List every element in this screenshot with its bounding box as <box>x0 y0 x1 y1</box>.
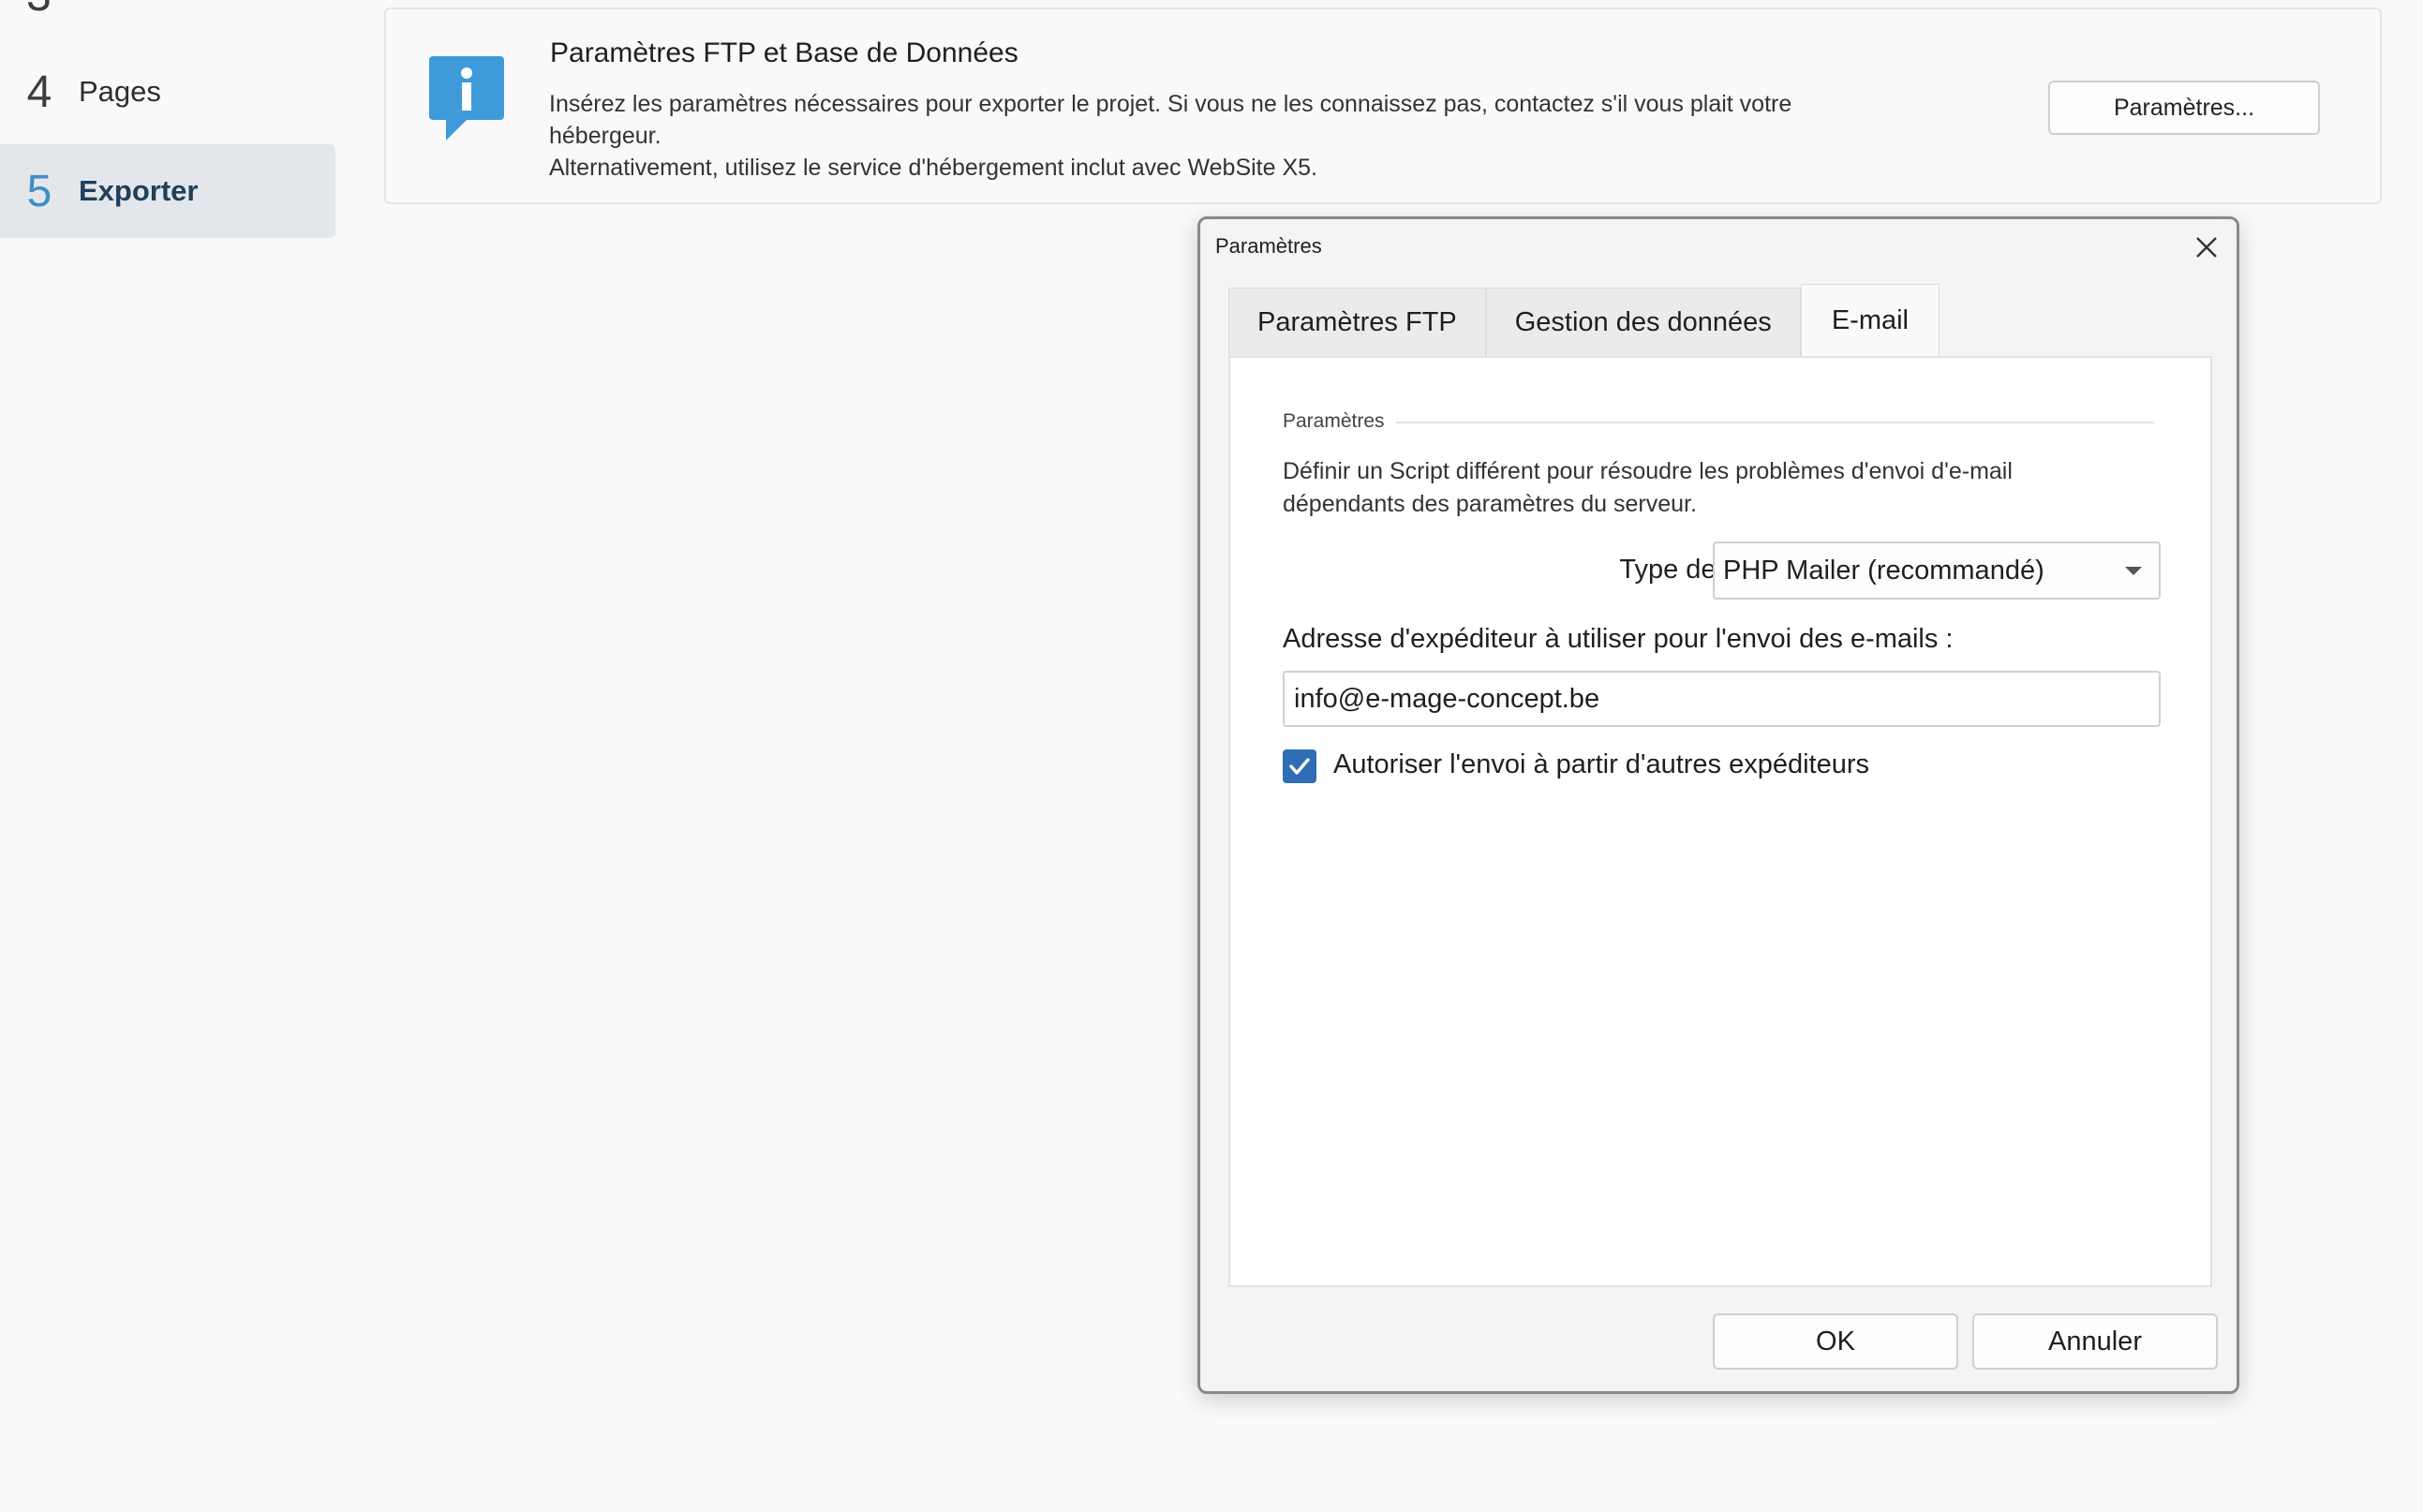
script-type-select[interactable]: PHP Mailer (recommandé) <box>1713 541 2161 600</box>
wizard-sidebar: 3 4 Pages 5 Exporter <box>0 0 337 1512</box>
card-description-line: Insérez les paramètres nécessaires pour … <box>549 91 1792 149</box>
sender-address-label: Adresse d'expéditeur à utiliser pour l'e… <box>1283 624 1954 654</box>
tab-ftp-settings[interactable]: Paramètres FTP <box>1228 288 1486 357</box>
dialog-title: Paramètres <box>1215 234 1322 258</box>
chevron-down-icon <box>2125 567 2142 575</box>
close-icon[interactable] <box>2192 232 2222 262</box>
email-tab-panel: Paramètres Définir un Script différent p… <box>1228 356 2212 1287</box>
allow-other-senders-checkbox[interactable] <box>1283 749 1316 783</box>
parametres-dialog: Paramètres Paramètres FTP Gestion des do… <box>1197 216 2239 1394</box>
card-description: Insérez les paramètres nécessaires pour … <box>549 88 1898 184</box>
sidebar-step-pages[interactable]: 4 Pages <box>0 45 335 139</box>
card-description-line: Alternativement, utilisez le service d'h… <box>549 155 1317 181</box>
group-divider <box>1283 422 2154 423</box>
allow-other-senders-label[interactable]: Autoriser l'envoi à partir d'autres expé… <box>1333 749 1869 780</box>
sender-address-input[interactable] <box>1283 671 2161 727</box>
step-label: Exporter <box>79 174 199 207</box>
step-number-partial: 3 <box>26 0 52 22</box>
script-type-value: PHP Mailer (recommandé) <box>1723 555 2044 586</box>
step-number: 4 <box>26 67 52 117</box>
step-number: 5 <box>26 166 52 216</box>
ok-button[interactable]: OK <box>1713 1313 1958 1370</box>
email-description: Définir un Script différent pour résoudr… <box>1283 458 2013 517</box>
ftp-database-card: Paramètres FTP et Base de Données Insére… <box>384 7 2382 204</box>
info-icon <box>429 56 504 141</box>
cancel-button[interactable]: Annuler <box>1972 1313 2218 1370</box>
tab-bar: Paramètres FTP Gestion des données E-mai… <box>1228 284 1940 357</box>
tab-email[interactable]: E-mail <box>1800 284 1940 357</box>
step-label: Pages <box>79 75 161 108</box>
sidebar-step-exporter[interactable]: 5 Exporter <box>0 144 335 238</box>
checkmark-icon <box>1289 758 1310 775</box>
group-title: Paramètres <box>1283 410 1396 433</box>
parametres-button[interactable]: Paramètres... <box>2048 81 2320 135</box>
tab-data-management[interactable]: Gestion des données <box>1485 288 1801 357</box>
card-title: Paramètres FTP et Base de Données <box>550 37 1018 68</box>
